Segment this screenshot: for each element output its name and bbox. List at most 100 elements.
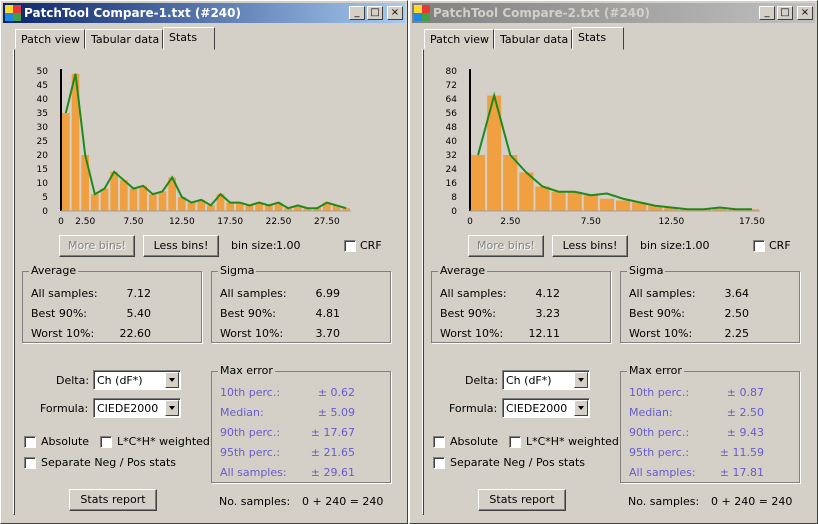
close-button[interactable]: × [797, 6, 813, 20]
y-tick-label: 56 [446, 109, 458, 119]
x-tick-label: 0 [467, 217, 473, 227]
x-tick-label: 7.50 [581, 217, 601, 227]
average-row-worst: Worst 10%: 12.11 [440, 327, 560, 340]
crf-label: CRF [360, 239, 382, 252]
max-error-title: Max error [218, 364, 275, 377]
average-group: Average All samples: 4.12 Best 90%: 3.23 W… [431, 264, 611, 343]
max-error-row-median: Median: ± 5.09 [220, 406, 355, 419]
x-tick-label: 7.50 [123, 217, 143, 227]
histogram-bar [471, 155, 486, 211]
tab-tabular-data[interactable]: Tabular data [85, 29, 163, 49]
y-tick-label: 50 [37, 67, 49, 77]
more-bins-button[interactable]: More bins! [59, 235, 135, 257]
histogram-bar [62, 113, 70, 211]
y-tick-label: 40 [446, 137, 458, 147]
no-samples-value: 0 + 240 = 240 [302, 495, 384, 508]
tab-stats[interactable]: Stats [163, 27, 215, 50]
maximize-button[interactable]: □ [367, 6, 383, 20]
tab-patch-view[interactable]: Patch view [424, 29, 494, 49]
y-tick-label: 40 [37, 95, 49, 105]
delta-label: Delta: [465, 374, 499, 387]
close-button[interactable]: × [387, 6, 403, 20]
delta-select[interactable]: Ch (dF*) [502, 370, 590, 390]
sigma-row-all: All samples: 3.64 [629, 287, 749, 300]
formula-select-value: CIEDE2000 [97, 402, 159, 415]
tab-tabular-data[interactable]: Tabular data [494, 29, 572, 49]
y-tick-label: 72 [446, 81, 457, 91]
chevron-down-icon[interactable] [574, 400, 588, 416]
x-tick-label: 2.50 [75, 217, 95, 227]
y-tick-label: 15 [37, 165, 48, 175]
histogram-bar [616, 200, 631, 211]
minimize-button[interactable]: _ [759, 6, 775, 20]
max-error-row-90th: 90th perc.: ± 17.67 [220, 426, 355, 439]
histogram-svg: 0 5 10 15 20 25 30 35 40 45 50 0 2.50 7.50 12.50 17.50 2… [37, 67, 351, 227]
y-tick-label: 80 [446, 67, 458, 77]
absolute-checkbox[interactable] [433, 436, 445, 448]
less-bins-button[interactable]: Less bins! [552, 235, 628, 257]
chevron-down-icon[interactable] [165, 400, 179, 416]
y-tick-label: 16 [446, 179, 458, 189]
delta-select[interactable]: Ch (dF*) [93, 370, 181, 390]
stats-report-button[interactable]: Stats report [478, 489, 566, 511]
formula-select[interactable]: CIEDE2000 [93, 398, 181, 418]
formula-select[interactable]: CIEDE2000 [502, 398, 590, 418]
separate-stats-label: Separate Neg / Pos stats [41, 456, 177, 469]
max-error-group: Max error 10th perc.: ± 0.87 Median: ± 2.5… [620, 364, 800, 483]
chevron-down-icon[interactable] [165, 372, 179, 388]
x-tick-label: 12.50 [169, 217, 195, 227]
sigma-row-worst: Worst 10%: 3.70 [220, 327, 340, 340]
y-tick-label: 8 [451, 193, 457, 203]
crf-checkbox[interactable] [753, 240, 765, 252]
tab-stats[interactable]: Stats [572, 27, 624, 50]
minimize-button[interactable]: _ [349, 6, 365, 20]
histogram-bar [503, 155, 518, 211]
histogram-bar [226, 202, 234, 211]
y-tick-label: 24 [446, 165, 458, 175]
max-error-row-10th: 10th perc.: ± 0.62 [220, 386, 355, 399]
histogram-bar [91, 194, 99, 211]
sigma-row-worst: Worst 10%: 2.25 [629, 327, 749, 340]
bin-size-value: 1.00 [276, 239, 301, 252]
x-tick-label: 22.50 [266, 217, 292, 227]
y-tick-label: 64 [446, 95, 458, 105]
histogram-bar [100, 188, 109, 211]
formula-label: Formula: [449, 402, 498, 415]
title-bar[interactable]: PatchTool Compare-2.txt (#240) _ □ × [412, 3, 815, 23]
average-title: Average [29, 264, 79, 277]
stats-panel: 0 5 10 15 20 25 30 35 40 45 50 0 2.50 7.50 12.50 17.50 2… [13, 49, 391, 515]
stats-report-button[interactable]: Stats report [69, 489, 157, 511]
sigma-row-best: Best 90%: 4.81 [220, 307, 340, 320]
absolute-checkbox[interactable] [24, 436, 36, 448]
max-error-row-all: All samples: ± 17.81 [629, 466, 764, 479]
maximize-button[interactable]: □ [777, 6, 793, 20]
y-tick-label: 5 [42, 193, 48, 203]
separate-stats-checkbox[interactable] [24, 457, 36, 469]
max-error-group: Max error 10th perc.: ± 0.62 Median: ± 5.0… [211, 364, 391, 483]
chevron-down-icon[interactable] [574, 372, 588, 388]
app-icon [414, 5, 430, 21]
histogram-bar [158, 191, 167, 211]
more-bins-button[interactable]: More bins! [468, 235, 544, 257]
average-title: Average [438, 264, 488, 277]
title-bar[interactable]: PatchTool Compare-1.txt (#240) _ □ × [3, 3, 405, 23]
average-group: Average All samples: 7.12 Best 90%: 5.40 W… [22, 264, 202, 343]
no-samples-value: 0 + 240 = 240 [711, 495, 793, 508]
tab-patch-view[interactable]: Patch view [15, 29, 85, 49]
lch-weighted-checkbox[interactable] [100, 436, 112, 448]
separate-stats-checkbox[interactable] [433, 457, 445, 469]
lch-weighted-checkbox[interactable] [509, 436, 521, 448]
crf-checkbox[interactable] [344, 240, 356, 252]
max-error-row-95th: 95th perc.: ± 21.65 [220, 446, 355, 459]
histogram-bar [519, 172, 534, 211]
y-tick-label: 32 [446, 151, 457, 161]
average-row-all: All samples: 7.12 [31, 287, 151, 300]
sigma-group: Sigma All samples: 3.64 Best 90%: 2.50 Wor… [620, 264, 800, 343]
delta-select-value: Ch (dF*) [97, 374, 143, 387]
less-bins-button[interactable]: Less bins! [143, 235, 219, 257]
histogram-bar [187, 202, 196, 211]
app-icon [5, 5, 21, 21]
formula-label: Formula: [40, 402, 89, 415]
average-row-best: Best 90%: 5.40 [31, 307, 151, 320]
window-title: PatchTool Compare-1.txt (#240) [24, 6, 241, 20]
